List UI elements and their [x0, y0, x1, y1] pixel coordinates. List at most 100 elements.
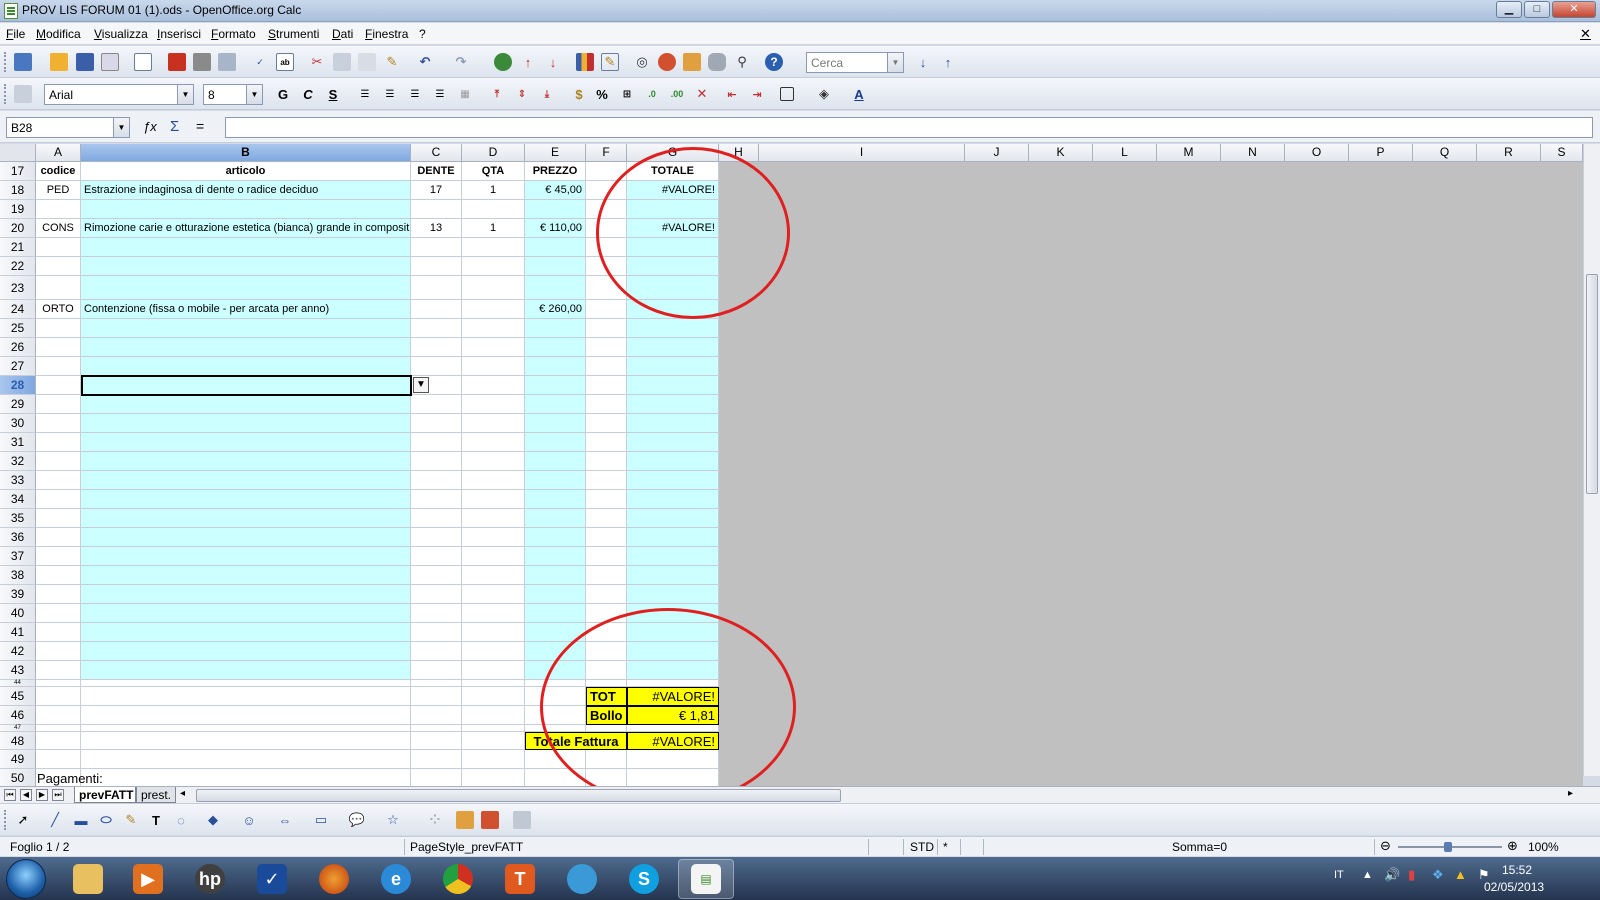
cell-e22[interactable] — [525, 257, 586, 276]
cell-c19[interactable] — [411, 200, 462, 219]
cell-e27[interactable] — [525, 357, 586, 376]
cell-f37[interactable] — [586, 547, 627, 566]
extrusion-icon[interactable] — [513, 811, 531, 829]
from-file-icon[interactable] — [456, 811, 474, 829]
cell-a42[interactable] — [36, 642, 81, 661]
row-header-49[interactable]: 49 — [0, 750, 36, 769]
row-header-46[interactable]: 46 — [0, 706, 36, 725]
cell-c31[interactable] — [411, 433, 462, 452]
cell-f25[interactable] — [586, 319, 627, 338]
row-header-29[interactable]: 29 — [0, 395, 36, 414]
start-button[interactable] — [6, 859, 46, 899]
column-header-o[interactable]: O — [1285, 144, 1349, 162]
find-next-icon[interactable]: ↓ — [914, 53, 932, 71]
cell-c23[interactable] — [411, 276, 462, 300]
row-header-25[interactable]: 25 — [0, 319, 36, 338]
cell-f28[interactable] — [586, 376, 627, 395]
column-header-p[interactable]: P — [1349, 144, 1413, 162]
cell-dropdown-icon[interactable]: ▼ — [413, 377, 429, 393]
cell-a23[interactable] — [36, 276, 81, 300]
cell-d50[interactable] — [462, 769, 525, 786]
cell-c47[interactable] — [411, 725, 462, 732]
cell-c39[interactable] — [411, 585, 462, 604]
formula-button[interactable]: = — [196, 118, 204, 134]
cell-e37[interactable] — [525, 547, 586, 566]
cell-a25[interactable] — [36, 319, 81, 338]
column-header-s[interactable]: S — [1541, 144, 1583, 162]
row-header-24[interactable]: 24 — [0, 300, 36, 319]
cell-e18[interactable]: € 45,00 — [525, 181, 586, 200]
cell-f30[interactable] — [586, 414, 627, 433]
cell-e32[interactable] — [525, 452, 586, 471]
cell-c29[interactable] — [411, 395, 462, 414]
open-folder-icon[interactable] — [50, 53, 68, 71]
cell-e21[interactable] — [525, 238, 586, 257]
row-header-41[interactable]: 41 — [0, 623, 36, 642]
cell-c30[interactable] — [411, 414, 462, 433]
spellcheck-icon[interactable]: ✓ — [251, 53, 269, 71]
menu-file[interactable]: File — [6, 27, 25, 41]
taskbar-explorer[interactable] — [60, 859, 116, 899]
cell-a28[interactable] — [36, 376, 81, 395]
print-preview-icon[interactable] — [218, 53, 236, 71]
sort-descending-icon[interactable]: ↓ — [544, 53, 562, 71]
cell-e26[interactable] — [525, 338, 586, 357]
cell-g30[interactable] — [627, 414, 719, 433]
cut-icon[interactable]: ✂ — [308, 53, 326, 71]
taskbar-app[interactable]: ✓ — [244, 859, 300, 899]
cell-d39[interactable] — [462, 585, 525, 604]
callouts-icon[interactable]: ◌ — [172, 811, 190, 829]
row-header-47[interactable]: 47 — [0, 725, 36, 732]
menu-finestra[interactable]: Finestra — [365, 27, 408, 41]
row-header-43[interactable]: 43 — [0, 661, 36, 680]
zoom-slider-thumb[interactable] — [1444, 842, 1452, 852]
minimize-button[interactable]: ▁ — [1496, 1, 1522, 18]
cell-d38[interactable] — [462, 566, 525, 585]
cell-c24[interactable] — [411, 300, 462, 319]
align-top-icon[interactable]: ⤒ — [488, 85, 506, 103]
clock-date[interactable]: 02/05/2013 — [1484, 880, 1544, 894]
gallery-icon[interactable] — [481, 811, 499, 829]
sum-indicator[interactable]: Somma=0 — [1172, 840, 1227, 854]
cell-d24[interactable] — [462, 300, 525, 319]
cell-b46[interactable] — [81, 706, 411, 725]
cell-d30[interactable] — [462, 414, 525, 433]
data-sources-icon[interactable] — [708, 53, 726, 71]
gallery-icon[interactable] — [683, 53, 701, 71]
row-header-22[interactable]: 22 — [0, 257, 36, 276]
column-header-i[interactable]: I — [759, 144, 965, 162]
cell-a37[interactable] — [36, 547, 81, 566]
cell-f34[interactable] — [586, 490, 627, 509]
function-wizard-icon[interactable]: ƒx — [143, 119, 157, 134]
cell-c37[interactable] — [411, 547, 462, 566]
cell-c49[interactable] — [411, 750, 462, 769]
cell-g29[interactable] — [627, 395, 719, 414]
cell-c36[interactable] — [411, 528, 462, 547]
cell-f24[interactable] — [586, 300, 627, 319]
column-header-d[interactable]: D — [462, 144, 525, 162]
cell-c34[interactable] — [411, 490, 462, 509]
row-header-39[interactable]: 39 — [0, 585, 36, 604]
cell-b24[interactable]: Contenzione (fissa o mobile - per arcata… — [81, 300, 411, 319]
sheet-tab-prevfatt[interactable]: prevFATT — [74, 787, 136, 803]
percent-format-button[interactable]: % — [593, 85, 611, 103]
cell-d36[interactable] — [462, 528, 525, 547]
cell-e23[interactable] — [525, 276, 586, 300]
cell-a43[interactable] — [36, 661, 81, 680]
formula-input[interactable] — [225, 117, 1593, 138]
volume-icon[interactable]: 🔊 — [1384, 867, 1400, 883]
cell-c44[interactable] — [411, 680, 462, 687]
row-header-19[interactable]: 19 — [0, 200, 36, 219]
cell-c17[interactable]: DENTE — [411, 162, 462, 181]
center-vertically-icon[interactable]: ⇕ — [513, 85, 531, 103]
column-header-r[interactable]: R — [1477, 144, 1541, 162]
cell-b49[interactable] — [81, 750, 411, 769]
row-header-45[interactable]: 45 — [0, 687, 36, 706]
cell-f38[interactable] — [586, 566, 627, 585]
cell-a48[interactable] — [36, 732, 81, 750]
scroll-left-icon[interactable]: ◂ — [180, 788, 185, 799]
align-right-icon[interactable]: ☰ — [406, 85, 424, 103]
cell-d45[interactable] — [462, 687, 525, 706]
zoom-out-icon[interactable]: ⊖ — [1380, 838, 1391, 854]
cell-c43[interactable] — [411, 661, 462, 680]
